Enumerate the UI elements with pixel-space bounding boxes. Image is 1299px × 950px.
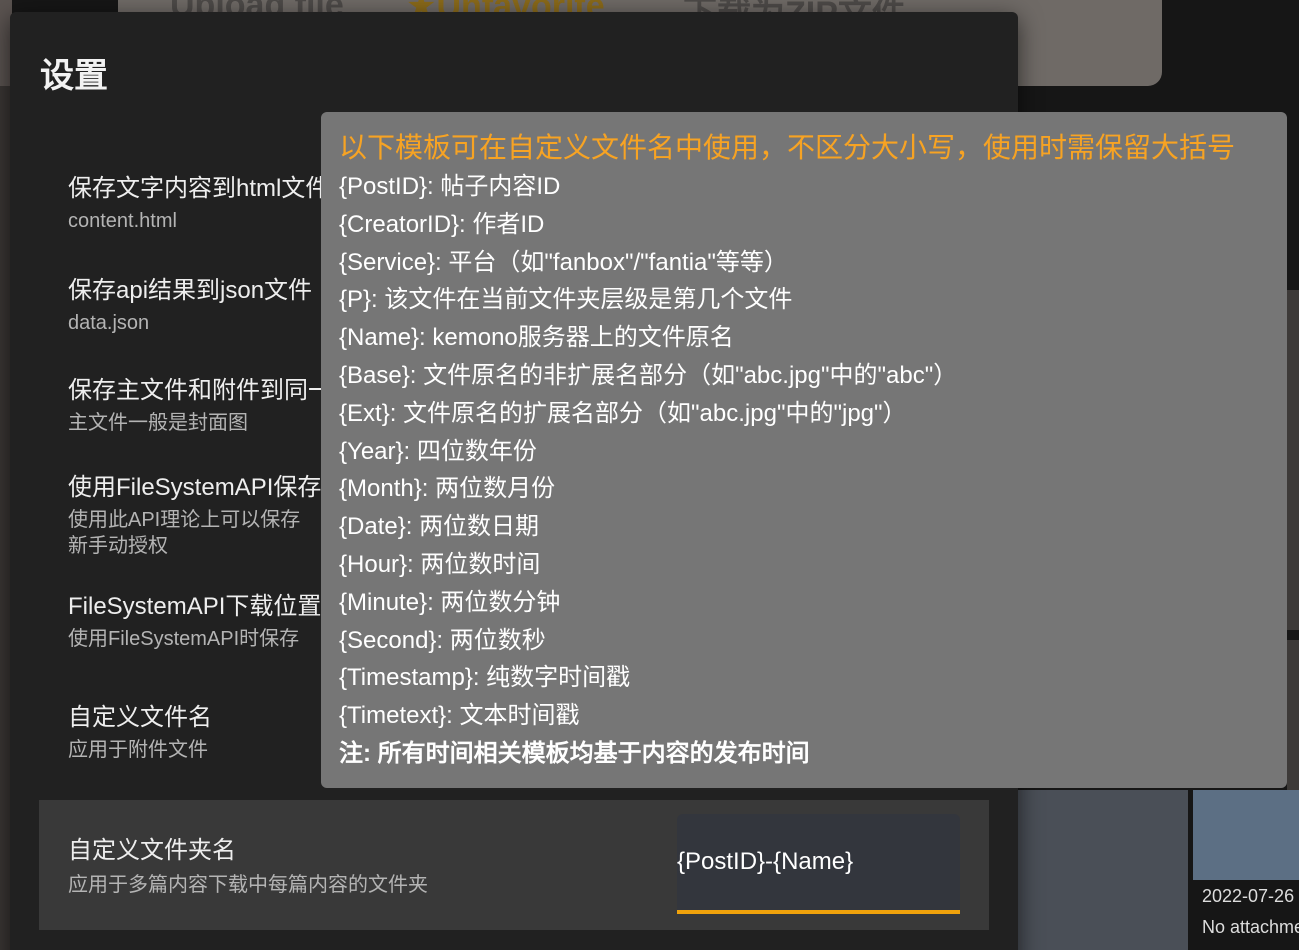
template-item-date: {Date}: 两位数日期 [339,513,540,541]
setting-label: 自定义文件夹名 [68,837,236,864]
template-item-second: {Second}: 两位数秒 [339,626,546,654]
template-item-year: {Year}: 四位数年份 [339,437,537,465]
template-item-postid: {PostID}: 帖子内容ID [339,173,561,200]
card-attachment-status: No attachments [1202,917,1299,937]
template-item-name: {Name}: kemono服务器上的文件原名 [339,324,734,352]
template-item-minute: {Minute}: 两位数分钟 [339,588,561,616]
card-date: 2022-07-26 [1202,886,1295,906]
dialog-title: 设置 [40,57,108,95]
background-thumbnail [1287,290,1299,630]
template-item-base: {Base}: 文件原名的非扩展名部分（如"abc.jpg"中的"abc"） [339,361,958,389]
tooltip-note: 注: 所有时间相关模板均基于内容的发布时间 [339,739,810,767]
folder-name-input[interactable] [677,814,960,914]
setting-desc-line: 使用此API理论上可以保存 [68,509,301,531]
template-item-month: {Month}: 两位数月份 [339,475,556,503]
setting-desc: 应用于多篇内容下载中每篇内容的文件夹 [68,874,428,896]
template-item-timetext: {Timetext}: 文本时间戳 [339,702,580,730]
background-thumbnail [1018,790,1188,950]
template-item-ext: {Ext}: 文件原名的扩展名部分（如"abc.jpg"中的"jpg"） [339,399,907,427]
template-item-hour: {Hour}: 两位数时间 [339,550,541,578]
template-item-timestamp: {Timestamp}: 纯数字时间戳 [339,664,631,692]
template-item-creatorid: {CreatorID}: 作者ID [339,210,545,238]
setting-custom-foldername[interactable]: 自定义文件夹名 应用于多篇内容下载中每篇内容的文件夹 [39,800,989,930]
tooltip-heading: 以下模板可在自定义文件名中使用，不区分大小写，使用时需保留大括号 [339,132,1236,163]
template-help-tooltip: 以下模板可在自定义文件名中使用，不区分大小写，使用时需保留大括号 {PostID… [321,112,1287,788]
template-item-p: {P}: 该文件在当前文件夹层级是第几个文件 [339,286,793,314]
template-item-service: {Service}: 平台（如"fanbox"/"fantia"等等） [339,248,788,276]
background-thumbnail [1193,790,1299,880]
